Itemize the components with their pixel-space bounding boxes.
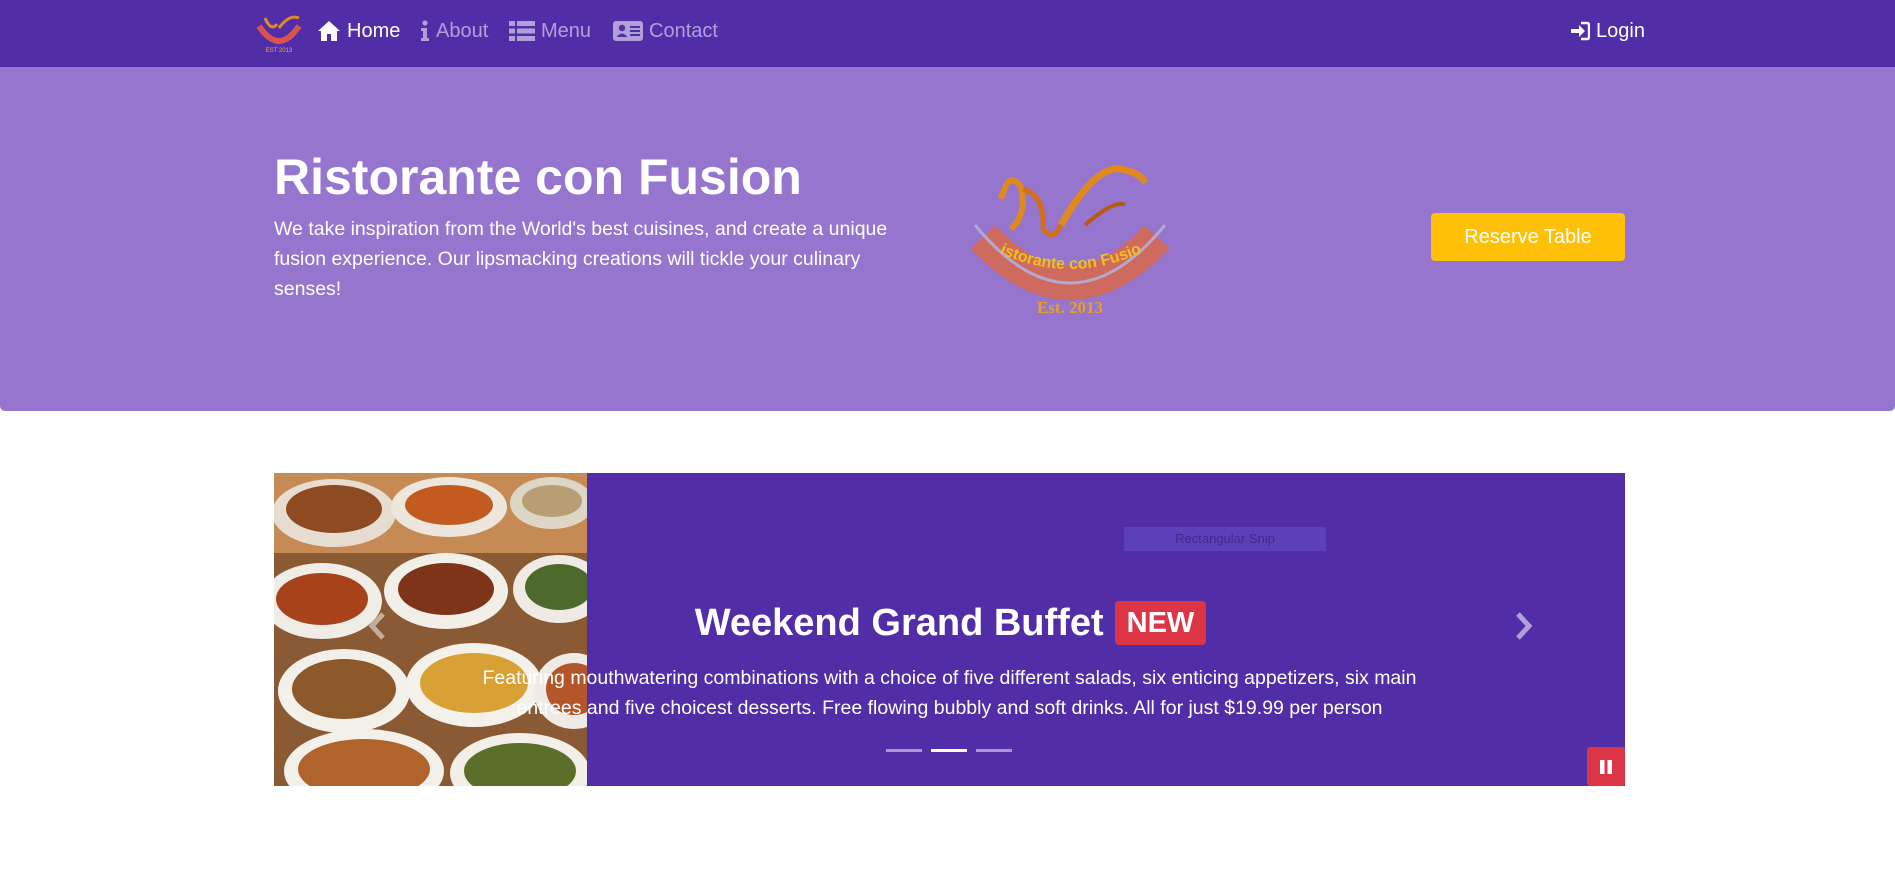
nav-menu-label: Menu: [541, 19, 592, 42]
list-icon: [509, 21, 535, 41]
hero-description: We take inspiration from the World's bes…: [274, 218, 888, 300]
navbar: EST 2013 Home About Menu Contact Login: [0, 0, 1895, 67]
svg-text:EST 2013: EST 2013: [266, 48, 293, 54]
carousel-indicator[interactable]: [976, 749, 1012, 752]
carousel-indicators: [886, 749, 1021, 752]
info-icon: [421, 20, 429, 41]
nav-contact[interactable]: Contact: [613, 18, 718, 44]
chevron-left-icon: [368, 612, 385, 640]
reserve-table-button[interactable]: Reserve Table: [1431, 213, 1625, 261]
home-icon: [318, 21, 340, 41]
address-card-icon: [613, 21, 643, 41]
brand-logo[interactable]: EST 2013: [255, 12, 303, 54]
caption-title: Weekend Grand Buffet NEW: [695, 597, 1207, 649]
nav-home-label: Home: [347, 19, 401, 42]
pause-icon: [1600, 759, 1612, 774]
login-link[interactable]: Login: [1570, 18, 1645, 44]
restaurant-logo: Ristorante con Fusion Est. 2013: [965, 159, 1170, 317]
nav-contact-label: Contact: [649, 19, 718, 42]
caption-description: Featuring mouthwatering combinations wit…: [482, 667, 1417, 719]
carousel-indicator[interactable]: [931, 749, 967, 752]
new-badge: NEW: [1114, 601, 1207, 645]
sign-in-icon: [1571, 21, 1590, 41]
carousel-prev-control[interactable]: [367, 611, 387, 646]
caption-title-text: Weekend Grand Buffet: [694, 602, 1104, 644]
carousel-caption: Weekend Grand Buffet NEW Featuring mouth…: [274, 597, 1625, 723]
carousel-indicator[interactable]: [886, 749, 922, 752]
login-label: Login: [1596, 19, 1645, 42]
nav-about-label: About: [436, 19, 489, 42]
carousel-pause-button[interactable]: [1587, 747, 1625, 786]
nav-menu[interactable]: Menu: [509, 18, 591, 44]
hero-title: Ristorante con Fusion: [274, 149, 802, 205]
nav-about[interactable]: About: [420, 18, 488, 44]
promo-carousel: Rectangular Snip Weekend Grand Buffet NE…: [274, 473, 1625, 786]
chevron-right-icon: [1516, 612, 1533, 640]
nav-home[interactable]: Home: [317, 18, 400, 44]
carousel-next-control[interactable]: [1514, 611, 1534, 646]
jumbotron: Ristorante con Fusion We take inspiratio…: [0, 67, 1895, 411]
logo-est-text: Est. 2013: [1037, 298, 1103, 317]
snip-overlay-label: Rectangular Snip: [1124, 527, 1326, 551]
